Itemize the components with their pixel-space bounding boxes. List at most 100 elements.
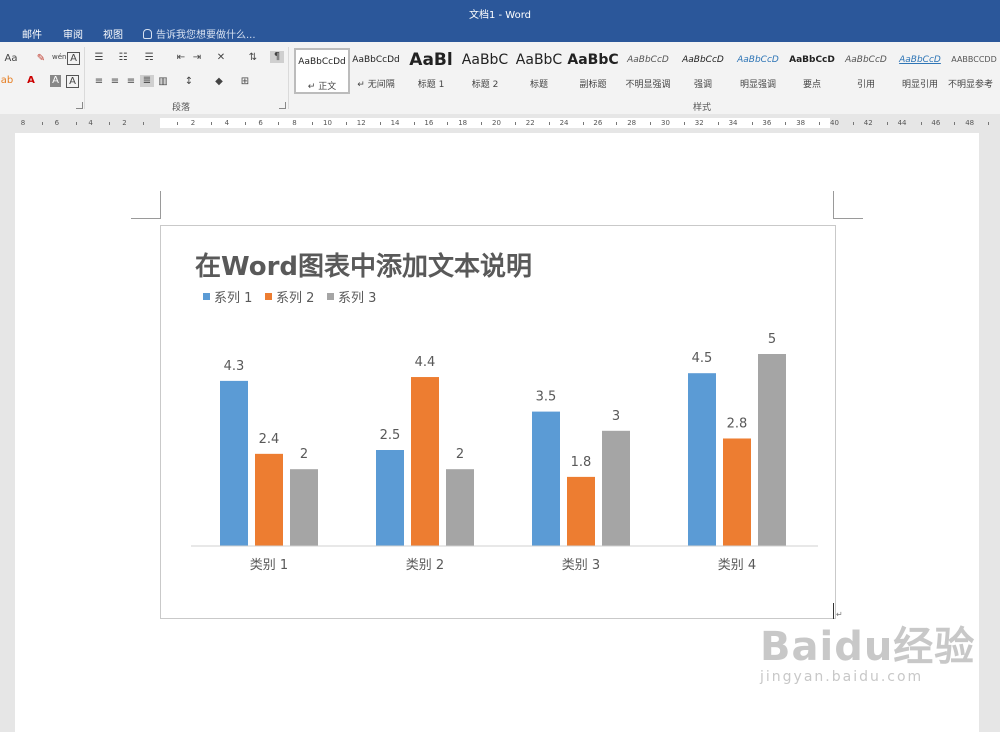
style-sample: AaBbC bbox=[461, 52, 509, 68]
line-spacing-icon[interactable]: ↕ bbox=[182, 76, 196, 88]
change-case-button[interactable]: Aa bbox=[2, 53, 20, 65]
ruler-number: 18 bbox=[458, 119, 468, 127]
increase-indent-icon[interactable]: ⇥ bbox=[190, 52, 204, 64]
decrease-indent-icon[interactable]: ⇤ bbox=[174, 52, 188, 64]
ruler-number: 6 bbox=[54, 119, 60, 127]
crop-mark bbox=[131, 218, 161, 219]
legend-swatch bbox=[265, 293, 272, 300]
tell-me-box[interactable]: 告诉我您想要做什么... bbox=[143, 26, 256, 41]
numbering-icon[interactable]: ☷ bbox=[116, 52, 130, 64]
legend-label: 系列 1 bbox=[214, 291, 252, 306]
data-label: 2.5 bbox=[380, 428, 401, 443]
ruler-tick bbox=[683, 122, 685, 125]
distributed-icon[interactable]: ▥ bbox=[156, 76, 170, 88]
chart-legend: 系列 1 系列 2 系列 3 bbox=[203, 291, 376, 306]
paragraph-dialog-launcher-icon[interactable] bbox=[279, 102, 286, 109]
ruler-tick bbox=[920, 122, 922, 125]
ruler-tick bbox=[785, 122, 787, 125]
separator bbox=[288, 47, 289, 109]
ruler-number: 38 bbox=[796, 119, 806, 127]
style-normal[interactable]: AaBbCcDd ↵ 正文 bbox=[294, 48, 350, 94]
enclose-char-icon[interactable]: A bbox=[66, 75, 79, 88]
bar-chart: 在Word图表中添加文本说明 系列 1 系列 2 系列 3 4.32.422.54.… bbox=[191, 251, 818, 573]
style-subtle-reference[interactable]: AABBCCDD 不明显参考 bbox=[948, 48, 1000, 90]
align-right-icon[interactable]: ≡ bbox=[124, 76, 138, 88]
legend-swatch bbox=[327, 293, 334, 300]
align-center-icon[interactable]: ≡ bbox=[108, 76, 122, 88]
menu-mailings[interactable]: 邮件 bbox=[22, 26, 42, 41]
clear-format-icon[interactable]: ✎ bbox=[34, 53, 48, 65]
phonetic-guide-button[interactable]: wén bbox=[52, 51, 66, 63]
horizontal-ruler[interactable]: 8 6 4 2 2 4 6 8 10 12 14 16 18 20 22 24 26 28 30 32 34 36 38 40… bbox=[0, 114, 1000, 132]
menu-review[interactable]: 审阅 bbox=[63, 26, 83, 41]
ruler-tick bbox=[379, 122, 381, 125]
style-sample: AaBbCcD bbox=[737, 55, 779, 65]
show-marks-icon[interactable]: ¶ bbox=[270, 51, 284, 63]
ruler-number: 42 bbox=[863, 119, 873, 127]
ruler-tick bbox=[852, 122, 854, 125]
ruler-tick bbox=[210, 122, 212, 125]
ruler-number: 24 bbox=[559, 119, 569, 127]
style-heading-1[interactable]: AaBl 标题 1 bbox=[405, 48, 457, 90]
style-intense-quote[interactable]: AaBbCcD 明显引用 bbox=[894, 48, 946, 90]
bar bbox=[532, 411, 560, 546]
ruler-tick bbox=[312, 122, 314, 125]
style-intense-emphasis[interactable]: AaBbCcD 明显强调 bbox=[732, 48, 784, 90]
style-sample: AaBbCcD bbox=[682, 55, 724, 65]
align-left-icon[interactable]: ≡ bbox=[92, 76, 106, 88]
multilevel-list-icon[interactable]: ☴ bbox=[142, 52, 156, 64]
font-color-icon[interactable]: A bbox=[24, 75, 38, 87]
style-subtitle[interactable]: AaBbC 副标题 bbox=[567, 48, 619, 90]
lightbulb-icon bbox=[143, 29, 152, 39]
data-label: 1.8 bbox=[571, 455, 592, 470]
sort-icon[interactable]: ⇅ bbox=[246, 52, 260, 64]
style-sample: AaBbC bbox=[567, 52, 619, 68]
ruler-number: 44 bbox=[897, 119, 907, 127]
style-no-spacing[interactable]: AaBbCcDd ↵ 无间隔 bbox=[350, 48, 402, 90]
bullets-icon[interactable]: ☰ bbox=[92, 52, 106, 64]
font-dialog-launcher-icon[interactable] bbox=[76, 102, 83, 109]
highlight-color-icon[interactable]: ab bbox=[0, 75, 14, 87]
ruler-tick bbox=[41, 122, 43, 125]
category-label: 类别 3 bbox=[562, 558, 600, 573]
style-title[interactable]: AaBbC 标题 bbox=[513, 48, 565, 90]
data-label: 5 bbox=[768, 332, 776, 347]
ruler-number: 4 bbox=[88, 119, 93, 127]
ruler-number: 6 bbox=[258, 119, 263, 127]
style-sample: AaBbC bbox=[515, 52, 563, 68]
ruler-tick bbox=[717, 122, 719, 125]
style-name: 不明显强调 bbox=[625, 80, 671, 90]
borders-icon[interactable]: ⊞ bbox=[238, 76, 252, 88]
style-name: 标题 1 bbox=[417, 80, 445, 90]
justify-icon[interactable]: ≣ bbox=[140, 75, 154, 87]
window-title: 文档1 - Word bbox=[468, 10, 532, 21]
menu-view[interactable]: 视图 bbox=[103, 26, 123, 41]
character-border-button[interactable]: A bbox=[67, 52, 80, 65]
chinese-layout-icon[interactable]: ✕ bbox=[214, 52, 228, 64]
legend-label: 系列 2 bbox=[276, 291, 314, 306]
legend-label: 系列 3 bbox=[338, 291, 376, 306]
ruler-number: 10 bbox=[323, 119, 332, 127]
style-sample: AaBbCcD bbox=[789, 55, 835, 65]
ruler-number: 8 bbox=[292, 119, 297, 127]
bar bbox=[758, 354, 786, 546]
char-shading-icon[interactable]: A bbox=[50, 75, 61, 87]
chart-bars: 4.3 2.4 2 2.5 4.4 2 3.5 1.8 3 4.5 2.8 5 bbox=[220, 332, 786, 546]
style-sample: AaBbCcD bbox=[899, 55, 941, 65]
ruler-number: 48 bbox=[965, 119, 975, 127]
phonetic-label: wén bbox=[52, 53, 67, 61]
crop-mark bbox=[160, 191, 161, 219]
ruler-tick bbox=[75, 122, 77, 125]
style-heading-2[interactable]: AaBbC 标题 2 bbox=[459, 48, 511, 90]
chart-object[interactable]: 在Word图表中添加文本说明 系列 1 系列 2 系列 3 4.3 2.4 2 2.5 4.… bbox=[160, 225, 836, 619]
ruler-number: 28 bbox=[627, 119, 637, 127]
chart-title: 在Word图表中添加文本说明 bbox=[195, 251, 532, 282]
style-strong[interactable]: AaBbCcD 要点 bbox=[786, 48, 838, 90]
style-subtle-emphasis[interactable]: AaBbCcD 不明显强调 bbox=[622, 48, 674, 90]
style-quote[interactable]: AaBbCcD 引用 bbox=[840, 48, 892, 90]
style-emphasis[interactable]: AaBbCcD 强调 bbox=[677, 48, 729, 90]
shading-icon[interactable]: ◆ bbox=[212, 76, 226, 88]
bar bbox=[290, 469, 318, 546]
bar bbox=[376, 450, 404, 546]
ruler-number: 20 bbox=[492, 119, 501, 127]
